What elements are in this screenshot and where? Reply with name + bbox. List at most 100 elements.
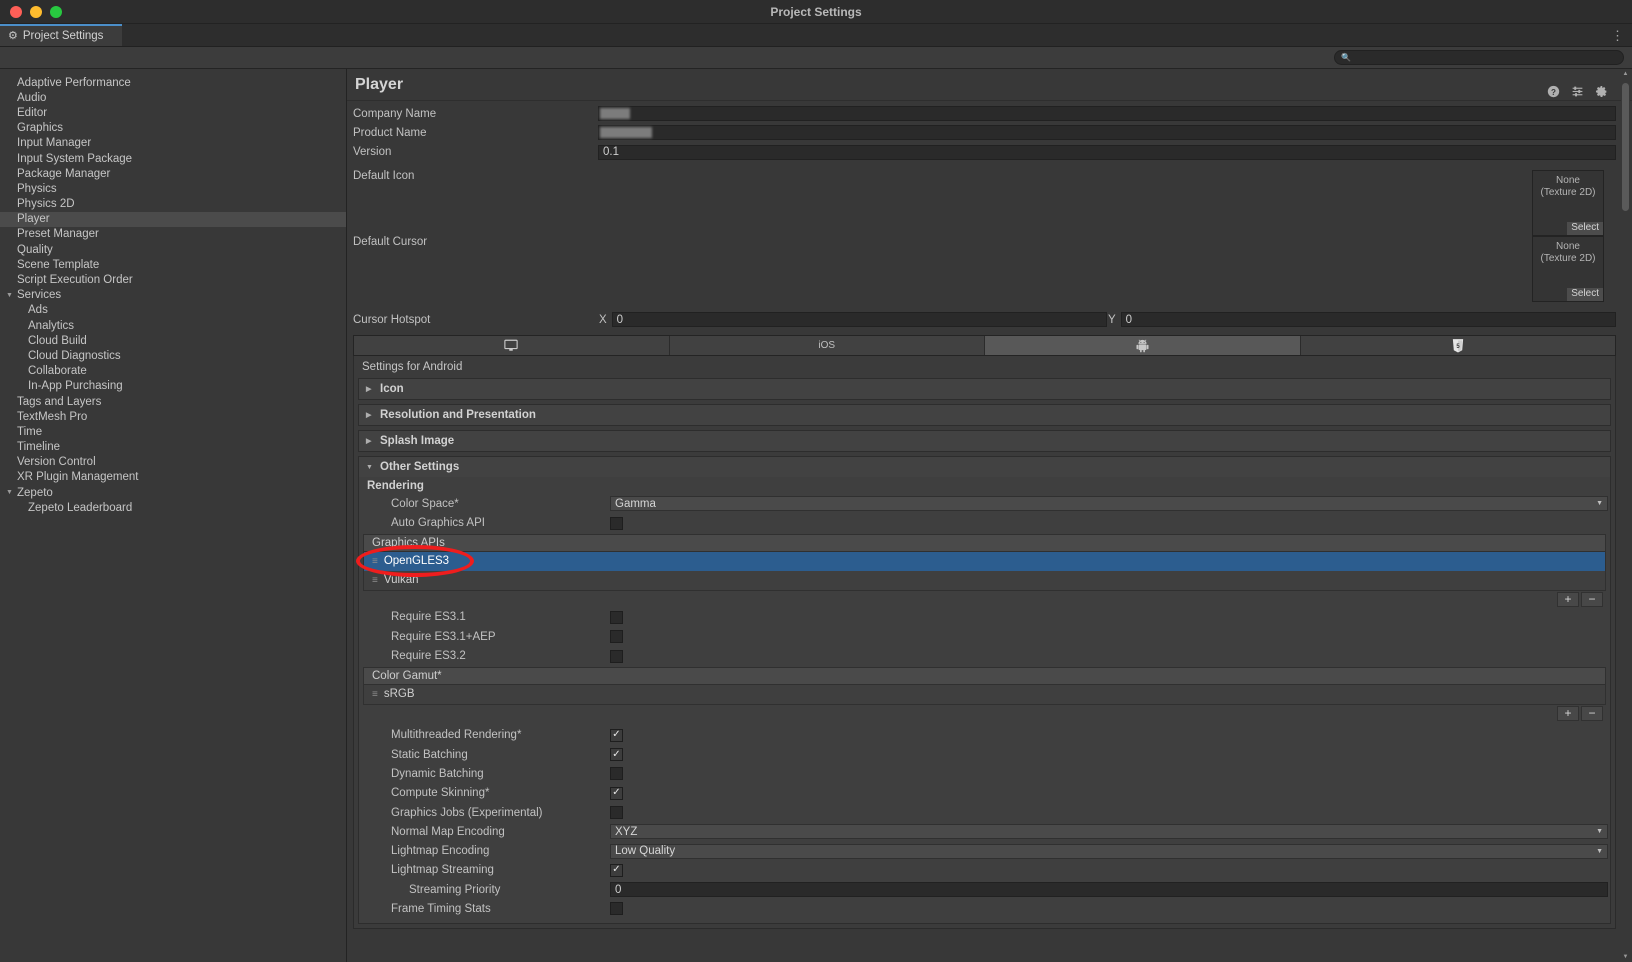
foldout-splash-image[interactable]: ▶ Splash Image <box>358 430 1611 453</box>
list-item[interactable]: ≡ sRGB <box>364 685 1605 704</box>
color-gamut-list[interactable]: ≡ sRGB <box>363 684 1606 705</box>
sidebar-item-scene-template[interactable]: Scene Template <box>0 257 346 272</box>
static-batching-checkbox[interactable]: ✓ <box>610 748 623 762</box>
sidebar-item-editor[interactable]: Editor <box>0 105 346 120</box>
sidebar-item-input-manager[interactable]: Input Manager <box>0 136 346 151</box>
sidebar-item-services[interactable]: ▼ Services <box>0 288 346 303</box>
sidebar-item-collaborate[interactable]: Collaborate <box>0 364 346 379</box>
sidebar-item-time[interactable]: Time <box>0 424 346 439</box>
multithreaded-rendering-checkbox[interactable]: ✓ <box>610 728 623 742</box>
sidebar-item-physics[interactable]: Physics <box>0 181 346 196</box>
auto-graphics-api-checkbox[interactable] <box>610 516 623 530</box>
color-space-value: Gamma <box>615 497 656 510</box>
maximize-window-button[interactable] <box>50 5 62 18</box>
platform-tab-webgl[interactable]: 5 <box>1300 336 1615 356</box>
chevron-down-icon: ▼ <box>1596 500 1603 508</box>
platform-tab-android[interactable] <box>985 336 1301 356</box>
sidebar-item-graphics[interactable]: Graphics <box>0 121 346 136</box>
sidebar-item-cloud-build[interactable]: Cloud Build <box>0 333 346 348</box>
color-space-dropdown[interactable]: Gamma ▼ <box>610 496 1608 512</box>
sidebar-item-preset-manager[interactable]: Preset Manager <box>0 227 346 242</box>
graphics-apis-add-button[interactable]: + <box>1557 591 1579 607</box>
drag-handle-icon[interactable]: ≡ <box>372 556 378 567</box>
foldout-icon-header[interactable]: ▶ Icon <box>359 379 1610 399</box>
frame-timing-stats-checkbox[interactable] <box>610 902 623 916</box>
require-es31-checkbox[interactable] <box>610 610 623 624</box>
graphics-apis-list[interactable]: ≡ OpenGLES3 ≡ Vulkan <box>363 551 1606 591</box>
foldout-other-settings[interactable]: ▼ Other Settings Rendering Color Space* … <box>358 456 1611 924</box>
platform-tab-ios[interactable]: iOS <box>669 336 985 356</box>
sidebar-item-version-control[interactable]: Version Control <box>0 455 346 470</box>
chevron-down-icon[interactable]: ▼ <box>4 489 15 496</box>
platform-tab-bar[interactable]: iOS 5 <box>353 335 1616 357</box>
scrollbar-thumb[interactable] <box>1622 83 1629 211</box>
sidebar-item-cloud-diagnostics[interactable]: Cloud Diagnostics <box>0 348 346 363</box>
color-gamut-remove-button[interactable]: − <box>1581 705 1603 721</box>
company-name-input[interactable] <box>598 106 1616 122</box>
default-cursor-select-button[interactable]: Select <box>1567 288 1603 301</box>
lightmap-streaming-checkbox[interactable]: ✓ <box>610 863 623 877</box>
color-gamut-add-button[interactable]: + <box>1557 705 1579 721</box>
kebab-menu-icon[interactable]: ⋮ <box>1611 24 1624 46</box>
settings-category-sidebar[interactable]: Adaptive Performance Audio Editor Graphics I… <box>0 69 347 962</box>
sidebar-item-tags-and-layers[interactable]: Tags and Layers <box>0 394 346 409</box>
require-es32-checkbox[interactable] <box>610 649 623 663</box>
list-item[interactable]: ≡ OpenGLES3 <box>364 551 1605 571</box>
sidebar-item-physics-2d[interactable]: Physics 2D <box>0 197 346 212</box>
tab-project-settings[interactable]: ⚙ Project Settings <box>0 24 122 46</box>
minimize-window-button[interactable] <box>30 5 42 18</box>
sidebar-item-script-execution-order[interactable]: Script Execution Order <box>0 272 346 287</box>
sidebar-item-zepeto[interactable]: ▼ Zepeto <box>0 485 346 500</box>
compute-skinning-checkbox[interactable]: ✓ <box>610 786 623 800</box>
sidebar-item-package-manager[interactable]: Package Manager <box>0 166 346 181</box>
dynamic-batching-checkbox[interactable] <box>610 767 623 781</box>
sidebar-item-in-app-purchasing[interactable]: In-App Purchasing <box>0 379 346 394</box>
scroll-up-arrow-icon[interactable]: ▲ <box>1622 71 1629 77</box>
help-icon[interactable]: ? <box>1547 85 1560 98</box>
sidebar-item-analytics[interactable]: Analytics <box>0 318 346 333</box>
chevron-down-icon[interactable]: ▼ <box>4 292 15 299</box>
graphics-apis-remove-button[interactable]: − <box>1581 591 1603 607</box>
list-item[interactable]: ≡ Vulkan <box>364 571 1605 590</box>
cursor-hotspot-x-input[interactable]: 0 <box>611 312 1107 328</box>
default-cursor-object-field[interactable]: None (Texture 2D) Select <box>1532 235 1604 302</box>
sidebar-item-adaptive-performance[interactable]: Adaptive Performance <box>0 75 346 90</box>
version-input[interactable]: 0.1 <box>598 144 1616 160</box>
scroll-down-arrow-icon[interactable]: ▼ <box>1622 954 1629 960</box>
sidebar-item-xr-plugin-management[interactable]: XR Plugin Management <box>0 470 346 485</box>
default-icon-select-button[interactable]: Select <box>1567 222 1603 235</box>
settings-gear-icon[interactable] <box>1595 85 1608 98</box>
lightmap-encoding-dropdown[interactable]: Low Quality ▼ <box>610 843 1608 859</box>
sidebar-item-quality[interactable]: Quality <box>0 242 346 257</box>
default-icon-object-field[interactable]: None (Texture 2D) Select <box>1532 169 1604 236</box>
foldout-resolution-header[interactable]: ▶ Resolution and Presentation <box>359 405 1610 425</box>
vertical-scrollbar[interactable]: ▲ ▼ <box>1621 69 1630 962</box>
drag-handle-icon[interactable]: ≡ <box>372 689 378 700</box>
close-window-button[interactable] <box>10 5 22 18</box>
sidebar-item-input-system-package[interactable]: Input System Package <box>0 151 346 166</box>
preset-icon[interactable] <box>1571 85 1584 98</box>
foldout-splash-header[interactable]: ▶ Splash Image <box>359 431 1610 451</box>
sidebar-item-timeline[interactable]: Timeline <box>0 440 346 455</box>
foldout-icon[interactable]: ▶ Icon <box>358 378 1611 401</box>
platform-tab-standalone[interactable] <box>354 336 670 356</box>
streaming-priority-input[interactable]: 0 <box>610 882 1608 898</box>
sidebar-item-zepeto-leaderboard[interactable]: Zepeto Leaderboard <box>0 500 346 515</box>
sidebar-item-player[interactable]: Player <box>0 211 346 227</box>
sidebar-item-audio[interactable]: Audio <box>0 90 346 105</box>
graphics-jobs-checkbox[interactable] <box>610 806 623 819</box>
product-name-input[interactable] <box>598 125 1616 141</box>
sidebar-item-textmesh-pro[interactable]: TextMesh Pro <box>0 409 346 424</box>
sidebar-item-ads[interactable]: Ads <box>0 303 346 318</box>
panel-header-icons: ? <box>1547 85 1608 98</box>
row-product-name: Product Name <box>347 123 1618 142</box>
drag-handle-icon[interactable]: ≡ <box>372 575 378 586</box>
foldout-other-settings-header[interactable]: ▼ Other Settings <box>359 457 1610 478</box>
search-field-wrapper[interactable]: 🔍 <box>1334 50 1624 65</box>
graphics-apis-list-header: Graphics APIs <box>363 533 1606 552</box>
normal-map-encoding-dropdown[interactable]: XYZ ▼ <box>610 824 1608 840</box>
cursor-hotspot-y-input[interactable]: 0 <box>1120 312 1616 328</box>
foldout-resolution-presentation[interactable]: ▶ Resolution and Presentation <box>358 404 1611 427</box>
require-es31-aep-checkbox[interactable] <box>610 630 623 644</box>
search-input[interactable] <box>1354 52 1617 63</box>
